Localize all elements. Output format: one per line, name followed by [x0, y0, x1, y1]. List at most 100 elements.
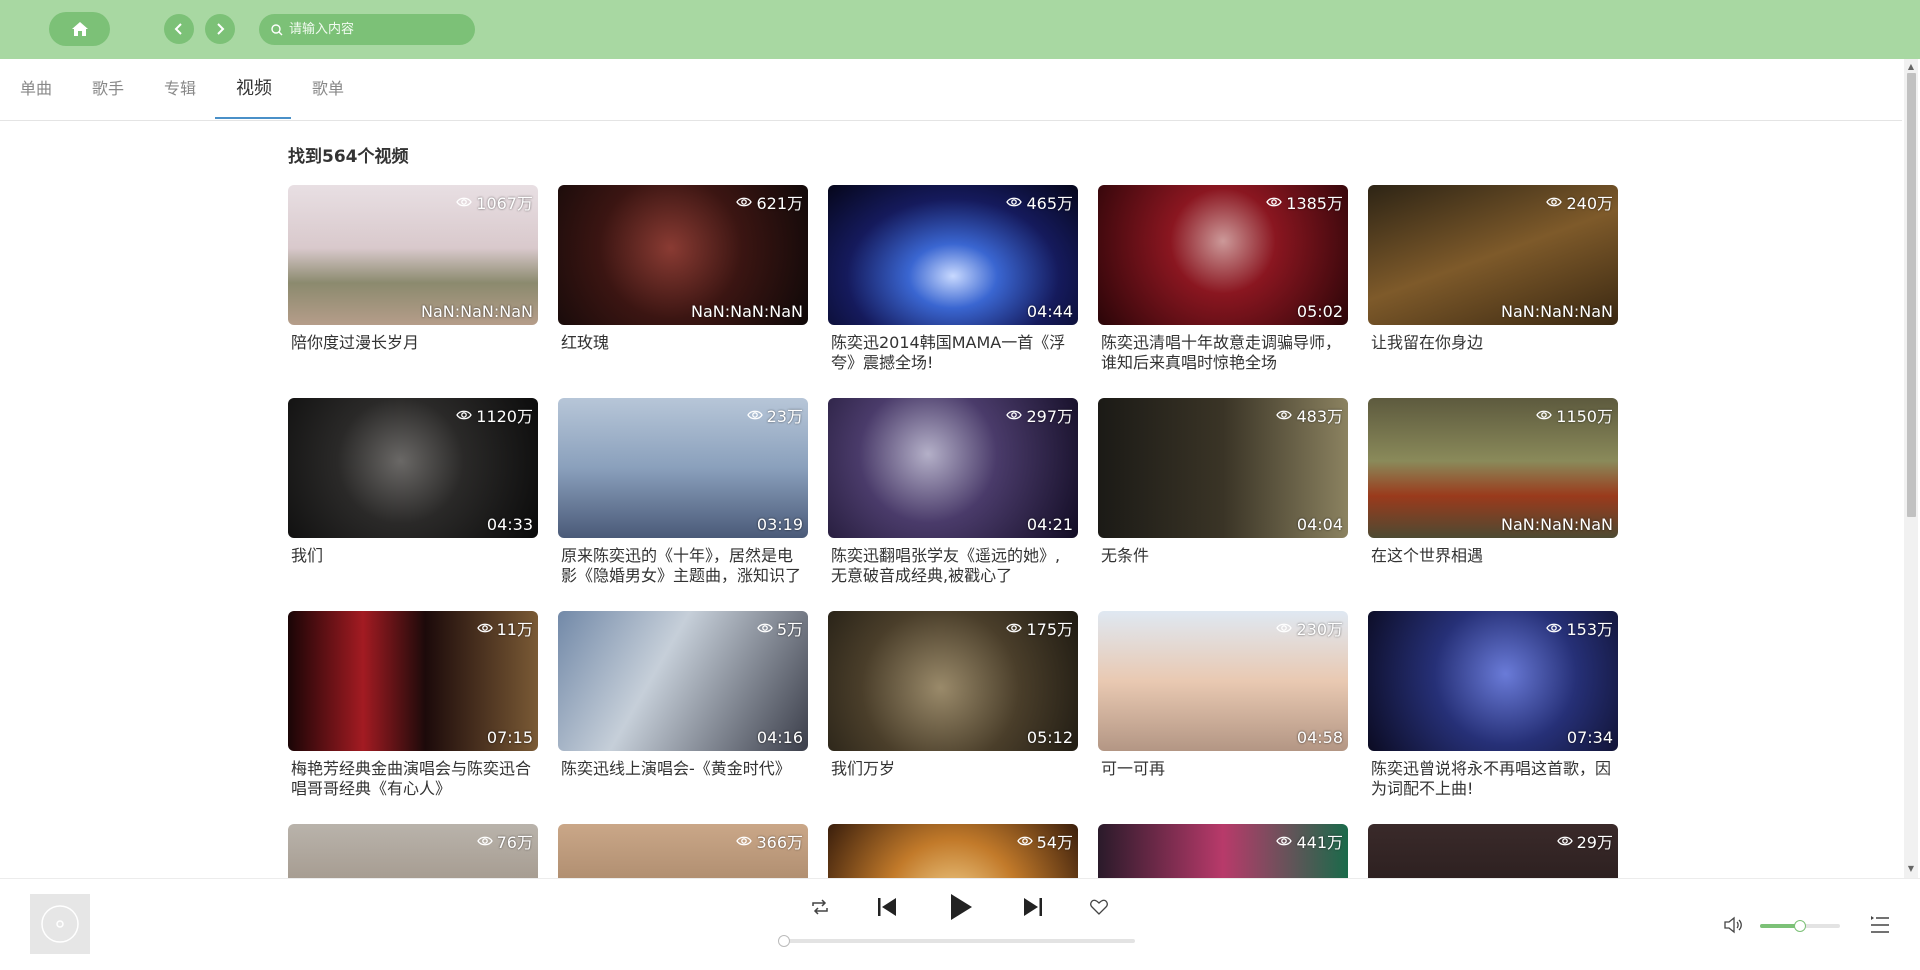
video-thumbnail[interactable]: 175万 05:12: [828, 611, 1078, 751]
search-box[interactable]: [259, 14, 475, 45]
video-thumbnail[interactable]: 1150万 NaN:NaN:NaN: [1368, 398, 1618, 538]
video-title[interactable]: 可一可再: [1098, 759, 1348, 779]
video-card[interactable]: 153万 07:34 陈奕迅曾说将永不再唱这首歌，因为词配不上曲!: [1368, 611, 1618, 799]
eye-icon: [1006, 197, 1023, 207]
video-thumbnail[interactable]: 1067万 NaN:NaN:NaN: [288, 185, 538, 325]
view-count: 175万: [1006, 616, 1073, 640]
progress-handle[interactable]: [778, 935, 790, 947]
volume-icon: [1724, 916, 1742, 934]
video-card[interactable]: 465万 04:44 陈奕迅2014韩国MAMA一首《浮夸》震撼全场!: [828, 185, 1078, 373]
view-count-text: 54万: [1036, 833, 1073, 852]
video-thumbnail[interactable]: 230万 04:58: [1098, 611, 1348, 751]
loop-button[interactable]: [809, 896, 831, 918]
video-thumbnail[interactable]: 5万 04:16: [558, 611, 808, 751]
view-count-text: 230万: [1296, 620, 1343, 639]
playlist-button[interactable]: [1868, 913, 1892, 937]
video-duration: 04:21: [1026, 515, 1073, 534]
tab-playlists[interactable]: 歌单: [310, 59, 346, 119]
tab-albums[interactable]: 专辑: [162, 59, 198, 119]
like-button[interactable]: [1088, 896, 1110, 918]
tab-videos[interactable]: 视频: [234, 59, 274, 119]
active-tab-indicator: [215, 117, 291, 119]
next-button[interactable]: [1020, 894, 1046, 920]
video-thumbnail[interactable]: 483万 04:04: [1098, 398, 1348, 538]
video-card[interactable]: 621万 NaN:NaN:NaN 红玫瑰: [558, 185, 808, 353]
video-card[interactable]: 240万 NaN:NaN:NaN 让我留在你身边: [1368, 185, 1618, 353]
search-icon: [271, 23, 283, 36]
tab-songs[interactable]: 单曲: [18, 59, 54, 119]
video-thumbnail[interactable]: 1385万 05:02: [1098, 185, 1348, 325]
video-duration: 04:44: [1026, 302, 1073, 321]
video-card[interactable]: 54万: [828, 824, 1078, 878]
video-thumbnail[interactable]: 54万: [828, 824, 1078, 878]
previous-button[interactable]: [874, 894, 900, 920]
chevron-left-icon: [174, 23, 182, 35]
video-card[interactable]: 366万: [558, 824, 808, 878]
video-duration: 07:15: [486, 728, 533, 747]
video-title[interactable]: 陈奕迅清唱十年故意走调骗导师，谁知后来真唱时惊艳全场: [1098, 333, 1348, 373]
previous-icon: [878, 898, 896, 916]
view-count-text: 23万: [766, 407, 803, 426]
eye-icon: [736, 836, 753, 846]
video-title[interactable]: 我们: [288, 546, 538, 566]
search-tabs: 单曲 歌手 专辑 视频 歌单: [0, 59, 1902, 121]
video-card[interactable]: 29万: [1368, 824, 1618, 878]
video-card[interactable]: 1120万 04:33 我们: [288, 398, 538, 566]
video-title[interactable]: 陈奕迅线上演唱会-《黄金时代》: [558, 759, 808, 779]
video-card[interactable]: 5万 04:16 陈奕迅线上演唱会-《黄金时代》: [558, 611, 808, 779]
video-thumbnail[interactable]: 441万: [1098, 824, 1348, 878]
video-title[interactable]: 陈奕迅曾说将永不再唱这首歌，因为词配不上曲!: [1368, 759, 1618, 799]
video-title[interactable]: 让我留在你身边: [1368, 333, 1618, 353]
video-card[interactable]: 1150万 NaN:NaN:NaN 在这个世界相遇: [1368, 398, 1618, 566]
video-title[interactable]: 梅艳芳经典金曲演唱会与陈奕迅合唱哥哥经典《有心人》: [288, 759, 538, 799]
video-card[interactable]: 297万 04:21 陈奕迅翻唱张学友《遥远的她》,无意破音成经典,被戳心了: [828, 398, 1078, 586]
video-card[interactable]: 23万 03:19 原来陈奕迅的《十年》，居然是电影《隐婚男女》主题曲，涨知识了: [558, 398, 808, 586]
back-button[interactable]: [164, 14, 194, 44]
album-cover[interactable]: [30, 894, 90, 954]
video-thumbnail[interactable]: 621万 NaN:NaN:NaN: [558, 185, 808, 325]
video-thumbnail[interactable]: 11万 07:15: [288, 611, 538, 751]
video-card[interactable]: 175万 05:12 我们万岁: [828, 611, 1078, 779]
video-title[interactable]: 红玫瑰: [558, 333, 808, 353]
volume-button[interactable]: [1722, 914, 1744, 936]
video-title[interactable]: 无条件: [1098, 546, 1348, 566]
video-thumbnail[interactable]: 1120万 04:33: [288, 398, 538, 538]
video-card[interactable]: 483万 04:04 无条件: [1098, 398, 1348, 566]
video-thumbnail[interactable]: 297万 04:21: [828, 398, 1078, 538]
forward-button[interactable]: [205, 14, 235, 44]
video-thumbnail[interactable]: 465万 04:44: [828, 185, 1078, 325]
scroll-down-arrow[interactable]: ▼: [1906, 864, 1916, 874]
video-title[interactable]: 陈奕迅翻唱张学友《遥远的她》,无意破音成经典,被戳心了: [828, 546, 1078, 586]
video-title[interactable]: 我们万岁: [828, 759, 1078, 779]
video-title[interactable]: 原来陈奕迅的《十年》，居然是电影《隐婚男女》主题曲，涨知识了: [558, 546, 808, 586]
home-button[interactable]: [49, 12, 110, 46]
tab-artists[interactable]: 歌手: [90, 59, 126, 119]
video-title[interactable]: 陪你度过漫长岁月: [288, 333, 538, 353]
scroll-up-arrow[interactable]: ▲: [1906, 62, 1916, 72]
play-button[interactable]: [946, 892, 976, 922]
search-input[interactable]: [287, 21, 461, 38]
video-card[interactable]: 441万: [1098, 824, 1348, 878]
video-card[interactable]: 1385万 05:02 陈奕迅清唱十年故意走调骗导师，谁知后来真唱时惊艳全场: [1098, 185, 1348, 373]
video-thumbnail[interactable]: 153万 07:34: [1368, 611, 1618, 751]
video-thumbnail[interactable]: 23万 03:19: [558, 398, 808, 538]
progress-bar[interactable]: [785, 939, 1135, 943]
volume-handle[interactable]: [1794, 920, 1806, 932]
view-count: 297万: [1006, 403, 1073, 427]
eye-icon: [476, 623, 493, 633]
view-count: 5万: [757, 616, 803, 640]
video-title[interactable]: 陈奕迅2014韩国MAMA一首《浮夸》震撼全场!: [828, 333, 1078, 373]
video-thumbnail[interactable]: 240万 NaN:NaN:NaN: [1368, 185, 1618, 325]
scrollbar-thumb[interactable]: [1907, 73, 1916, 517]
video-card[interactable]: 1067万 NaN:NaN:NaN 陪你度过漫长岁月: [288, 185, 538, 353]
eye-icon: [1006, 623, 1023, 633]
video-card[interactable]: 230万 04:58 可一可再: [1098, 611, 1348, 779]
video-card[interactable]: 76万: [288, 824, 538, 878]
video-thumbnail[interactable]: 366万: [558, 824, 808, 878]
view-count-text: 441万: [1296, 833, 1343, 852]
video-card[interactable]: 11万 07:15 梅艳芳经典金曲演唱会与陈奕迅合唱哥哥经典《有心人》: [288, 611, 538, 799]
video-thumbnail[interactable]: 29万: [1368, 824, 1618, 878]
video-thumbnail[interactable]: 76万: [288, 824, 538, 878]
video-title[interactable]: 在这个世界相遇: [1368, 546, 1618, 566]
eye-icon: [757, 623, 773, 633]
